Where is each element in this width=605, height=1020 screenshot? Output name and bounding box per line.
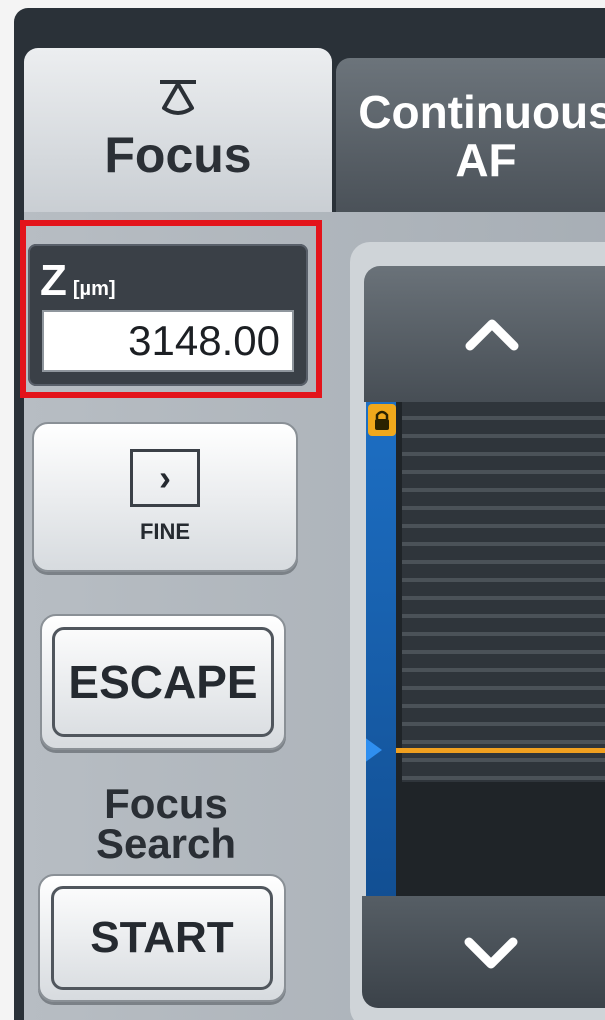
focus-position-marker[interactable]	[366, 734, 382, 766]
z-value-field[interactable]: 3148.00	[42, 310, 294, 372]
escape-button[interactable]: ESCAPE	[40, 614, 286, 750]
chevron-up-icon	[465, 319, 518, 351]
tab-focus-label: Focus	[104, 127, 252, 183]
z-axis-label: Z	[40, 256, 67, 305]
track-range-bar	[366, 402, 396, 896]
tab-focus[interactable]: Focus	[24, 48, 332, 214]
chevron-down-icon	[464, 937, 517, 969]
slider-down-button[interactable]	[362, 896, 605, 1008]
focus-lamp-icon	[160, 80, 196, 115]
chevron-right-icon: ›	[130, 449, 200, 507]
track-stripes	[402, 402, 605, 782]
z-unit-label: [µm]	[72, 278, 116, 300]
escape-label: ESCAPE	[52, 627, 274, 737]
focus-control-screen: Focus Continuous AF Z [µm] 3148.00 › FINE…	[14, 8, 605, 1020]
slider-up-button[interactable]	[364, 266, 605, 402]
start-label: START	[51, 886, 273, 990]
fine-button[interactable]: › FINE	[32, 422, 298, 572]
z-readout-title: Z [µm]	[40, 256, 116, 306]
focus-position-line	[396, 748, 605, 753]
fine-label: FINE	[139, 519, 191, 544]
focus-search-label: Focus Search	[95, 780, 237, 867]
tab-continuous-af-label: Continuous AF	[358, 85, 605, 186]
z-position-readout: Z [µm] 3148.00	[28, 244, 308, 386]
lock-icon[interactable]	[368, 404, 396, 436]
focus-track[interactable]	[366, 402, 605, 896]
tab-continuous-af[interactable]: Continuous AF	[336, 58, 605, 214]
start-button[interactable]: START	[38, 874, 286, 1002]
